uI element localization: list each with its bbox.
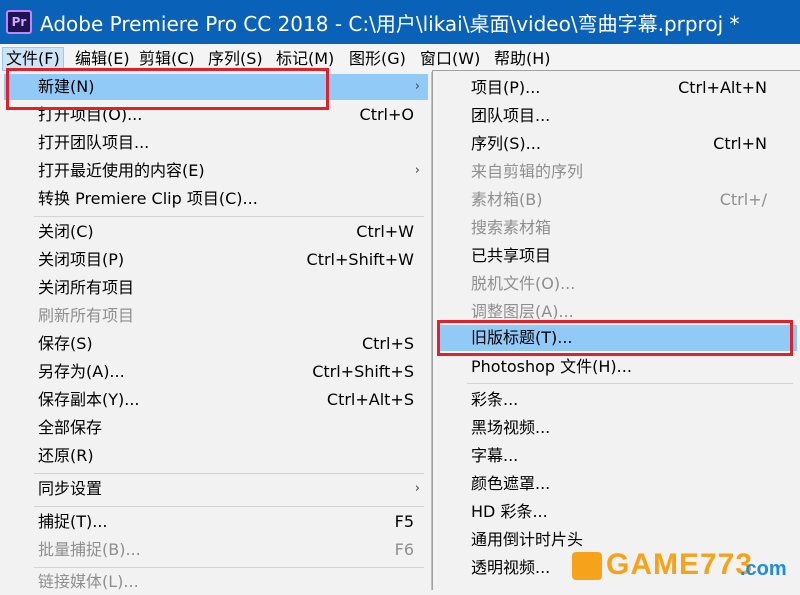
- menu-graphics[interactable]: 图形(G): [346, 47, 409, 71]
- title-bar: Pr Adobe Premiere Pro CC 2018 - C:\用户\li…: [0, 0, 800, 44]
- menu-item-label: 团队项目...: [471, 106, 551, 125]
- menu-item-label: 保存(S): [38, 334, 93, 353]
- submenu-item-sequence[interactable]: 序列(S)... Ctrl+N: [437, 131, 797, 157]
- menu-item-shortcut: Ctrl+Shift+W: [306, 250, 414, 269]
- menu-item-open-recent[interactable]: 打开最近使用的内容(E) ›: [4, 158, 428, 184]
- menu-separator: [467, 383, 793, 384]
- menu-item-label: 搜索素材箱: [471, 218, 552, 237]
- submenu-item-bars-and-tone[interactable]: 彩条...: [437, 387, 797, 413]
- menu-item-label: 素材箱(B): [471, 190, 543, 209]
- submenu-arrow-icon: ›: [414, 79, 420, 94]
- menu-item-shortcut: Ctrl+Shift+S: [312, 362, 414, 381]
- submenu-item-project[interactable]: 项目(P)... Ctrl+Alt+N: [437, 75, 797, 101]
- submenu-item-captions[interactable]: 字幕...: [437, 443, 797, 469]
- submenu-item-sequence-from-clip: 来自剪辑的序列: [437, 159, 797, 185]
- menu-item-convert-clip[interactable]: 转换 Premiere Clip 项目(C)...: [4, 186, 428, 212]
- menu-item-shortcut: Ctrl+N: [713, 134, 767, 153]
- submenu-item-offline-file: 脱机文件(O)...: [437, 271, 797, 297]
- annotation-highlight-legacy-title: [437, 320, 793, 356]
- submenu-item-search-bin: 搜索素材箱: [437, 215, 797, 241]
- premiere-app-icon: Pr: [6, 10, 32, 34]
- menu-item-shortcut: F5: [394, 512, 414, 531]
- menu-item-shortcut: Ctrl+S: [361, 334, 414, 353]
- menu-item-label: 关闭(C): [38, 222, 94, 241]
- menu-item-label: 还原(R): [38, 446, 94, 465]
- menu-item-shortcut: F6: [394, 540, 414, 559]
- submenu-arrow-icon: ›: [414, 481, 420, 496]
- menu-item-close-all-projects[interactable]: 关闭所有项目: [4, 275, 428, 301]
- menu-item-label: 保存副本(Y)...: [38, 390, 140, 409]
- menu-item-batch-capture: 批量捕捉(B)... F6: [4, 537, 428, 563]
- menu-item-label: 转换 Premiere Clip 项目(C)...: [38, 189, 258, 208]
- menu-item-label: 黑场视频...: [471, 418, 551, 437]
- menu-item-sync-settings[interactable]: 同步设置 ›: [4, 476, 428, 502]
- menu-item-label: 已共享项目: [471, 246, 552, 265]
- submenu-item-shared-project[interactable]: 已共享项目: [437, 243, 797, 269]
- menu-item-label: 项目(P)...: [471, 78, 541, 97]
- menu-separator: [34, 506, 424, 507]
- menu-item-label: 另存为(A)...: [38, 362, 125, 381]
- menu-item-shortcut: Ctrl+Alt+S: [326, 390, 414, 409]
- menu-item-revert[interactable]: 还原(R): [4, 443, 428, 469]
- submenu-item-color-matte[interactable]: 颜色遮罩...: [437, 471, 797, 497]
- menu-item-capture[interactable]: 捕捉(T)... F5: [4, 509, 428, 535]
- menu-item-shortcut: Ctrl+/: [719, 190, 767, 209]
- annotation-highlight-new: [6, 68, 329, 110]
- window-title: Adobe Premiere Pro CC 2018 - C:\用户\likai…: [40, 12, 740, 36]
- menu-item-label: 打开最近使用的内容(E): [38, 161, 205, 180]
- menu-item-label: 批量捕捉(B)...: [38, 540, 141, 559]
- menu-window[interactable]: 窗口(W): [417, 47, 483, 71]
- menu-item-label: 全部保存: [38, 418, 103, 437]
- menu-item-label: 刷新所有项目: [38, 306, 135, 325]
- menu-item-close[interactable]: 关闭(C) Ctrl+W: [4, 219, 428, 245]
- watermark-suffix: .com: [740, 558, 787, 580]
- menu-item-label: 通用倒计时片头: [471, 530, 584, 549]
- menu-item-label: 捕捉(T)...: [38, 512, 108, 531]
- menu-item-label: 来自剪辑的序列: [471, 162, 584, 181]
- menu-item-shortcut: Ctrl+W: [356, 222, 414, 241]
- menu-item-label: 彩条...: [471, 390, 519, 409]
- menu-separator: [34, 567, 424, 568]
- submenu-item-bin: 素材箱(B) Ctrl+/: [437, 187, 797, 213]
- menu-item-save-copy[interactable]: 保存副本(Y)... Ctrl+Alt+S: [4, 387, 428, 413]
- file-menu: 新建(N) › 打开项目(O)... Ctrl+O 打开团队项目... 打开最近…: [0, 72, 432, 591]
- menu-separator: [34, 473, 424, 474]
- menu-item-label: 同步设置: [38, 479, 103, 498]
- watermark-text: GAME773: [606, 548, 754, 581]
- menu-item-close-project[interactable]: 关闭项目(P) Ctrl+Shift+W: [4, 247, 428, 273]
- submenu-item-black-video[interactable]: 黑场视频...: [437, 415, 797, 441]
- menu-item-label: 打开团队项目...: [38, 133, 150, 152]
- menu-separator: [34, 216, 424, 217]
- menu-item-label: 序列(S)...: [471, 134, 541, 153]
- submenu-item-photoshop-file[interactable]: Photoshop 文件(H)...: [437, 354, 797, 380]
- watermark-logo-icon: [572, 552, 602, 580]
- submenu-item-hd-bars[interactable]: HD 彩条...: [437, 499, 797, 525]
- menu-item-shortcut: Ctrl+Alt+N: [678, 78, 767, 97]
- menu-help[interactable]: 帮助(H): [491, 47, 554, 71]
- menu-item-label: 脱机文件(O)...: [471, 274, 576, 293]
- menu-item-label: 透明视频...: [471, 558, 551, 577]
- menu-item-open-team-project[interactable]: 打开团队项目...: [4, 130, 428, 156]
- menu-item-save-as[interactable]: 另存为(A)... Ctrl+Shift+S: [4, 359, 428, 385]
- menu-item-label: HD 彩条...: [471, 502, 548, 521]
- menu-item-label: 链接媒体(L)...: [38, 572, 139, 591]
- menu-item-label: 字幕...: [471, 446, 519, 465]
- submenu-arrow-icon: ›: [414, 163, 420, 178]
- menu-item-save[interactable]: 保存(S) Ctrl+S: [4, 331, 428, 357]
- menu-item-label: 关闭项目(P): [38, 250, 125, 269]
- menu-item-label: Photoshop 文件(H)...: [471, 357, 632, 376]
- menu-item-link-media: 链接媒体(L)...: [4, 569, 428, 595]
- menu-item-shortcut: Ctrl+O: [359, 105, 414, 124]
- menu-item-label: 颜色遮罩...: [471, 474, 551, 493]
- submenu-item-team-project[interactable]: 团队项目...: [437, 103, 797, 129]
- menu-item-save-all[interactable]: 全部保存: [4, 415, 428, 441]
- menu-item-refresh-all-projects: 刷新所有项目: [4, 303, 428, 329]
- menu-item-label: 关闭所有项目: [38, 278, 135, 297]
